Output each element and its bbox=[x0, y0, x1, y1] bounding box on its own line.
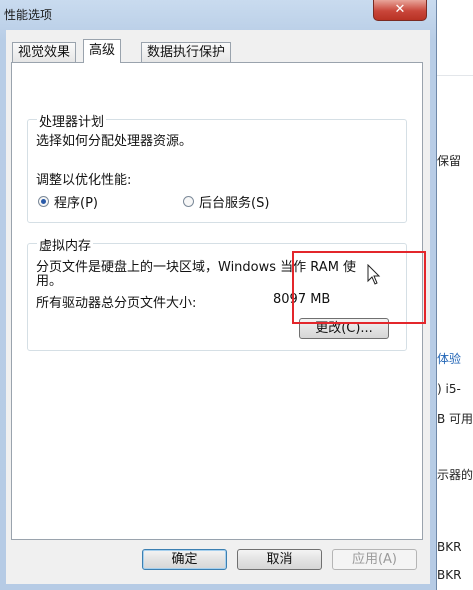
apply-button: 应用(A) bbox=[332, 549, 417, 570]
processor-description: 选择如何分配处理器资源。 bbox=[36, 134, 193, 149]
group-legend: 虚拟内存 bbox=[37, 235, 94, 254]
background-services-radio[interactable] bbox=[183, 196, 194, 207]
cancel-button[interactable]: 取消 bbox=[237, 549, 322, 570]
ok-button[interactable]: 确定 bbox=[142, 549, 227, 570]
tab-data-execution-prevention[interactable]: 数据执行保护 bbox=[141, 42, 232, 62]
bg-text: B 可用 bbox=[437, 412, 473, 426]
background-services-radio-label[interactable]: 后台服务(S) bbox=[199, 192, 269, 211]
bg-text: BKR bbox=[437, 540, 462, 554]
programs-radio-label[interactable]: 程序(P) bbox=[54, 192, 98, 211]
total-paging-file-label: 所有驱动器总分页文件大小: bbox=[36, 296, 197, 311]
bg-text: ) i5- bbox=[437, 382, 461, 396]
adjust-label: 调整以优化性能: bbox=[36, 173, 132, 188]
programs-radio[interactable] bbox=[38, 196, 49, 207]
processor-scheduling-group: 处理器计划 选择如何分配处理器资源。 调整以优化性能: 程序(P) 后台服务(S… bbox=[27, 111, 407, 223]
title-bar[interactable]: 性能选项 ✕ bbox=[0, 0, 436, 28]
tab-visual-effects[interactable]: 视觉效果 bbox=[12, 42, 77, 62]
highlight-box bbox=[292, 251, 426, 324]
bg-text: 保留 bbox=[437, 154, 462, 168]
dialog-title: 性能选项 bbox=[4, 8, 53, 22]
mouse-cursor-icon bbox=[367, 264, 381, 285]
group-legend: 处理器计划 bbox=[37, 111, 107, 130]
tab-advanced[interactable]: 高级 bbox=[83, 39, 122, 63]
divider bbox=[431, 75, 473, 76]
close-button[interactable]: ✕ bbox=[373, 0, 427, 21]
bg-text: 体验 bbox=[437, 352, 462, 366]
close-icon: ✕ bbox=[394, 2, 406, 17]
virtual-memory-description-cont: 用。 bbox=[36, 274, 63, 289]
bg-text: 示器的 bbox=[437, 468, 473, 482]
bg-text: BKR bbox=[437, 568, 462, 582]
